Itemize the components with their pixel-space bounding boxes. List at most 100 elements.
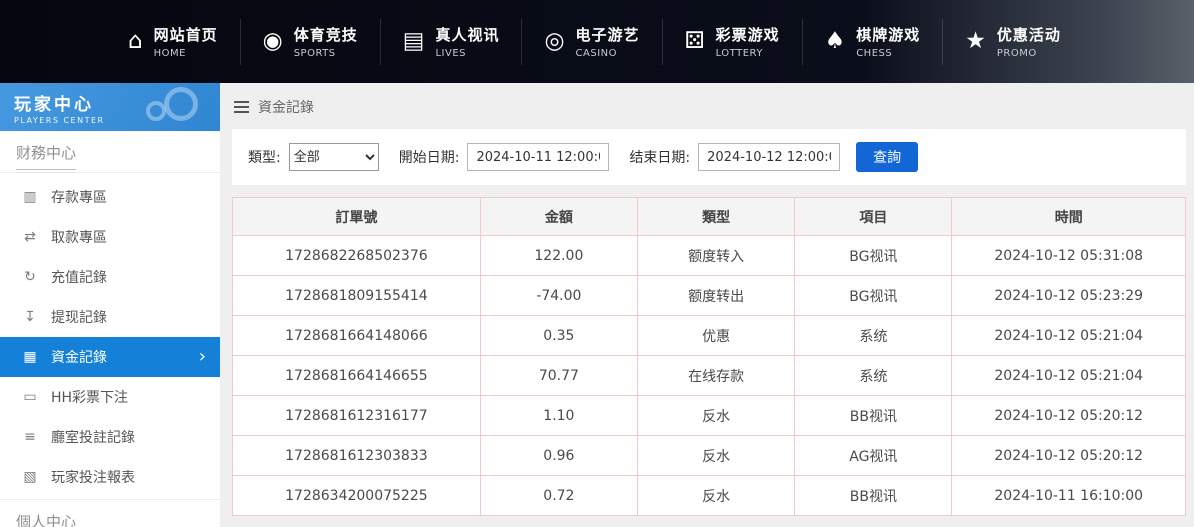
nav-item-casino[interactable]: ◎ 电子游艺CASINO — [522, 19, 662, 65]
nav-item-label: 体育竞技 — [294, 24, 358, 45]
cell-order-no: 1728681809155414 — [233, 276, 481, 316]
nav-item-text: 电子游艺CASINO — [576, 24, 640, 59]
sidebar-item-label: 存款專區 — [51, 187, 107, 207]
nav-item-sublabel: CHESS — [856, 48, 920, 59]
nav-item-text: 彩票游戏 LOTTERY — [716, 24, 780, 59]
cell-type: 额度转出 — [638, 276, 795, 316]
end-date-input[interactable] — [698, 143, 840, 171]
table-header-row: 訂單號金額類型項目時間 — [233, 198, 1186, 236]
table-body: 1728682268502376122.00额度转入BG视讯2024-10-12… — [233, 236, 1186, 516]
home-icon: ⌂ — [128, 30, 143, 53]
sidebar-item-funds-record[interactable]: ▦資金記錄› — [0, 337, 220, 377]
cell-amount: 0.72 — [480, 476, 637, 516]
chip-icon: ◎ — [544, 30, 564, 53]
gift-icon: ★ — [965, 30, 986, 53]
lottery-bet-icon: ▭ — [22, 389, 38, 405]
sidebar-item-withdraw-zone[interactable]: ⇄ 取款專區 — [0, 217, 220, 257]
spade-icon: ♠ — [825, 30, 846, 53]
cell-amount: 0.96 — [480, 436, 637, 476]
menu-icon[interactable] — [234, 101, 249, 113]
sidebar-item-recharge-record[interactable]: ↻ 充值記錄 — [0, 257, 220, 297]
recharge-record-icon: ↻ — [22, 269, 38, 285]
cell-time: 2024-10-12 05:20:12 — [952, 436, 1186, 476]
nav-item-chess[interactable]: ♠ 棋牌游戏CHESS — [803, 19, 944, 65]
nav-item-sublabel: SPORTS — [294, 48, 358, 59]
nav-item-label: 彩票游戏 — [716, 24, 780, 45]
cell-type: 在线存款 — [638, 356, 795, 396]
table-row: 17286342000752250.72反水BB视讯2024-10-11 16:… — [233, 476, 1186, 516]
cell-time: 2024-10-11 16:10:00 — [952, 476, 1186, 516]
cell-item: BG视讯 — [795, 236, 952, 276]
sidebar-item-label: 取款專區 — [51, 227, 107, 247]
column-header: 類型 — [638, 198, 795, 236]
sidebar-section-personal: 個人中心 — [0, 499, 220, 527]
cell-type: 反水 — [638, 476, 795, 516]
nav-item-label: 真人视讯 — [435, 24, 499, 45]
funds-record-icon: ▦ — [22, 349, 38, 365]
cell-type: 反水 — [638, 396, 795, 436]
nav-item-lives[interactable]: ▤真人视讯LIVES — [381, 19, 523, 65]
decorative-circle-icon — [146, 101, 166, 121]
nav-item-label: 网站首页 — [154, 24, 218, 45]
nav-item-sports[interactable]: ◉ 体育竞技 SPORTS — [241, 19, 381, 65]
breadcrumb: 資金記錄 — [232, 93, 1186, 129]
cell-amount: 1.10 — [480, 396, 637, 436]
nav-item-promo[interactable]: ★ 优惠活动PROMO — [943, 19, 1083, 65]
cell-order-no: 1728681664146655 — [233, 356, 481, 396]
cell-order-no: 1728634200075225 — [233, 476, 481, 516]
decorative-circle-icon — [164, 87, 198, 121]
cell-item: 系统 — [795, 316, 952, 356]
cell-item: BB视讯 — [795, 396, 952, 436]
nav-item-text: 真人视讯 LIVES — [435, 24, 499, 59]
cell-time: 2024-10-12 05:31:08 — [952, 236, 1186, 276]
sidebar-item-room-bet-record[interactable]: ≡廳室投註記錄 — [0, 417, 220, 457]
cell-item: BG视讯 — [795, 276, 952, 316]
sidebar-item-player-report[interactable]: ▧玩家投注報表 — [0, 457, 220, 497]
page-title: 資金記錄 — [258, 97, 314, 117]
nav-item-text: 体育竞技 SPORTS — [294, 24, 358, 59]
filter-bar: 類型: 全部 開始日期: 结束日期: 查詢 — [232, 129, 1186, 185]
nav-item-sublabel: LOTTERY — [716, 48, 780, 59]
sidebar-item-withdraw-record[interactable]: ↧提现記錄 — [0, 297, 220, 337]
column-header: 時間 — [952, 198, 1186, 236]
nav-item-text: 网站首页 HOME — [154, 24, 218, 59]
start-date-label: 開始日期: — [399, 147, 460, 167]
cell-order-no: 1728682268502376 — [233, 236, 481, 276]
nav-item-label: 优惠活动 — [997, 24, 1061, 45]
cell-order-no: 1728681612316177 — [233, 396, 481, 436]
cell-time: 2024-10-12 05:20:12 — [952, 396, 1186, 436]
sidebar-item-deposit-zone[interactable]: ▥存款專區 — [0, 177, 220, 217]
nav-item-text: 棋牌游戏CHESS — [856, 24, 920, 59]
column-header: 金額 — [480, 198, 637, 236]
cell-type: 额度转入 — [638, 236, 795, 276]
sidebar-menu: ▥存款專區 ⇄ 取款專區 ↻ 充值記錄 ↧提现記錄▦資金記錄› ▭ HH彩票下注 ≡廳室投註記錄… — [0, 173, 220, 497]
type-select[interactable]: 全部 — [289, 143, 379, 171]
top-nav: ⌂网站首页HOME◉体育竞技SPORTS▤真人视讯LIVES◎电子游艺CASIN… — [0, 0, 1194, 83]
table-row: 17286816123038330.96反水AG视讯2024-10-12 05:… — [233, 436, 1186, 476]
sidebar-item-label: HH彩票下注 — [51, 387, 128, 407]
cell-item: AG视讯 — [795, 436, 952, 476]
cell-time: 2024-10-12 05:23:29 — [952, 276, 1186, 316]
column-header: 訂單號 — [233, 198, 481, 236]
cell-item: BB视讯 — [795, 476, 952, 516]
sidebar-item-label: 充值記錄 — [51, 267, 107, 287]
sports-icon: ◉ — [263, 30, 283, 53]
sidebar-item-lottery-bet[interactable]: ▭ HH彩票下注 — [0, 377, 220, 417]
nav-item-lottery[interactable]: ⚄ 彩票游戏 LOTTERY — [663, 19, 803, 65]
nav-item-sublabel: HOME — [154, 48, 218, 59]
nav-item-sublabel: LIVES — [435, 48, 499, 59]
withdraw-icon: ⇄ — [22, 229, 38, 245]
table-row: 17286816123161771.10反水BB视讯2024-10-12 05:… — [233, 396, 1186, 436]
search-button[interactable]: 查詢 — [856, 142, 918, 172]
table-row: 17286816641480660.35优惠系统2024-10-12 05:21… — [233, 316, 1186, 356]
sidebar-item-label: 提现記錄 — [51, 307, 107, 327]
lottery-icon: ⚄ — [685, 30, 705, 53]
main-content: 資金記錄 類型: 全部 開始日期: 结束日期: 查詢 訂單號金額類型項目時間 1… — [220, 83, 1194, 527]
cell-order-no: 1728681612303833 — [233, 436, 481, 476]
nav-item-home[interactable]: ⌂ 网站首页 HOME — [106, 19, 241, 65]
bet-record-icon: ≡ — [22, 429, 38, 445]
cell-amount: 0.35 — [480, 316, 637, 356]
start-date-input[interactable] — [467, 143, 609, 171]
nav-item-text: 优惠活动PROMO — [997, 24, 1061, 59]
sidebar-item-label: 玩家投注報表 — [51, 467, 135, 487]
